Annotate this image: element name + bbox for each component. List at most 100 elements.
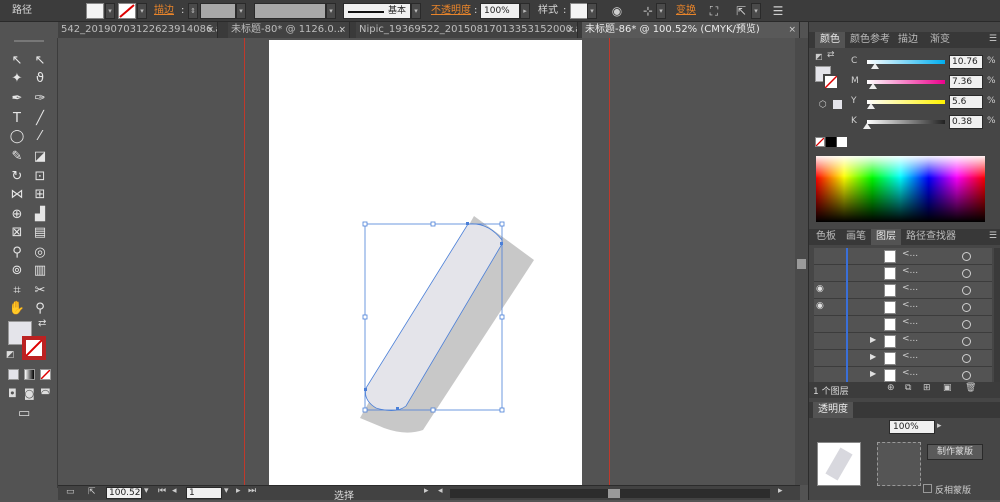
layer-row[interactable]: <...	[814, 265, 992, 282]
selection-icon[interactable]: ↖	[7, 52, 27, 70]
magic-wand-icon[interactable]: ✦	[7, 70, 27, 88]
transform-link[interactable]: 变换	[676, 3, 696, 19]
gradient-icon[interactable]: ▤	[30, 224, 50, 242]
recolor-artwork-icon[interactable]: ◉	[609, 3, 625, 19]
blend-icon[interactable]: ◎	[30, 244, 50, 262]
make-mask-button[interactable]: 制作蒙版	[927, 444, 983, 460]
default-colors-icon[interactable]: ◩	[6, 350, 15, 360]
opacity-arrow-icon[interactable]: ▸	[520, 3, 530, 19]
brush-dropdown-icon[interactable]: ▾	[411, 3, 421, 19]
artboard-dropdown-icon[interactable]: ▾	[224, 486, 229, 496]
layer-row[interactable]: <...	[814, 248, 992, 265]
width-icon[interactable]: ⋈	[7, 186, 27, 204]
export-icon[interactable]: ⇱	[88, 487, 96, 497]
tab-document-active[interactable]: 未标题-86* @ 100.52% (CMYK/预览) ×	[582, 22, 800, 38]
target-circle-icon[interactable]	[962, 337, 971, 346]
channel-slider-thumb[interactable]	[867, 103, 876, 109]
target-circle-icon[interactable]	[962, 269, 971, 278]
layer-name[interactable]: <...	[902, 317, 918, 327]
tab-pathfinder[interactable]: 路径查找器	[901, 229, 961, 245]
eraser-icon[interactable]: ◪	[30, 148, 50, 166]
type-icon[interactable]: T	[7, 110, 27, 128]
scroll-thumb[interactable]	[608, 489, 620, 498]
layer-name[interactable]: <...	[902, 334, 918, 344]
more-options-icon[interactable]: ☰	[770, 3, 786, 19]
layer-row[interactable]: ▶ <...	[814, 333, 992, 350]
direct-selection-icon[interactable]: ↖	[30, 52, 50, 70]
gradient-mode-icon[interactable]	[24, 369, 35, 380]
tab-gradient[interactable]: 渐变	[925, 32, 955, 48]
channel-slider-track[interactable]	[867, 100, 945, 104]
style-swatch[interactable]	[570, 3, 588, 19]
layer-row[interactable]: ◉ <...	[814, 299, 992, 316]
curvature-icon[interactable]: ✑	[30, 90, 50, 108]
draw-behind-icon[interactable]: ◙	[24, 387, 35, 400]
zoom-dropdown-icon[interactable]: ▾	[144, 486, 149, 496]
zoom-icon[interactable]: ⚲	[30, 300, 50, 318]
none-mode-icon[interactable]	[40, 369, 51, 380]
brush-definition-select[interactable]: 基本	[343, 3, 411, 19]
close-icon[interactable]: ×	[206, 22, 214, 38]
layer-name[interactable]: <...	[902, 351, 918, 361]
target-circle-icon[interactable]	[962, 354, 971, 363]
chart-icon[interactable]: ▟	[30, 206, 50, 224]
scroll-left-icon[interactable]: ◂	[438, 486, 443, 496]
horizontal-scrollbar[interactable]	[450, 489, 770, 498]
channel-value-input[interactable]: 5.6	[949, 95, 983, 109]
none-swatch[interactable]	[815, 137, 825, 147]
status-menu-icon[interactable]: ▸	[424, 486, 429, 496]
arrange-icon[interactable]: ⇱	[733, 3, 749, 19]
channel-slider-thumb[interactable]	[863, 123, 872, 129]
align-icon[interactable]: ⊹	[640, 3, 656, 19]
vertical-scrollbar[interactable]	[795, 38, 808, 485]
stroke-weight-dropdown-icon[interactable]: ▾	[236, 3, 246, 19]
panel-grip[interactable]	[14, 40, 44, 42]
mesh-icon[interactable]: ⊠	[7, 224, 27, 242]
stroke-weight-input[interactable]	[200, 3, 236, 19]
paintbrush-icon[interactable]: ⁄	[30, 128, 50, 146]
stroke-weight-stepper[interactable]: ⇕	[188, 3, 198, 19]
new-sublayer-icon[interactable]: ⊞	[923, 383, 931, 393]
artwork-layer[interactable]	[58, 38, 795, 485]
layer-row[interactable]: ◉ <...	[814, 282, 992, 299]
target-circle-icon[interactable]	[962, 371, 971, 380]
target-circle-icon[interactable]	[962, 320, 971, 329]
opacity-label[interactable]: 不透明度	[431, 3, 471, 19]
layer-name[interactable]: <...	[902, 283, 918, 293]
layer-name[interactable]: <...	[902, 300, 918, 310]
locate-object-icon[interactable]: ⊕	[887, 383, 895, 393]
style-dropdown-icon[interactable]: ▾	[587, 3, 597, 19]
channel-slider-track[interactable]	[867, 80, 945, 84]
tab-document-2[interactable]: 未标题-80* @ 1126.0... ×	[228, 22, 350, 38]
shape-builder-icon[interactable]: ⊕	[7, 206, 27, 224]
stroke-swatch[interactable]	[118, 3, 136, 19]
clipping-mask-icon[interactable]: ⧉	[905, 383, 911, 393]
target-circle-icon[interactable]	[962, 286, 971, 295]
tab-color[interactable]: 颜色	[815, 32, 845, 48]
stroke-color-box[interactable]	[22, 336, 46, 360]
panel-menu-icon[interactable]: ☰	[989, 34, 997, 44]
artboard-number-input[interactable]: 1	[186, 487, 222, 499]
expand-triangle-icon[interactable]: ▶	[870, 369, 876, 378]
tab-transparency[interactable]: 透明度	[813, 402, 853, 418]
previous-artboard-icon[interactable]: ◂	[172, 486, 177, 496]
draw-normal-icon[interactable]: ◘	[8, 387, 17, 400]
opacity-input[interactable]: 100%	[480, 3, 520, 19]
artboard-icon[interactable]: ⌗	[7, 282, 27, 300]
close-icon[interactable]: ×	[566, 22, 574, 38]
target-circle-icon[interactable]	[962, 252, 971, 261]
expand-triangle-icon[interactable]: ▶	[870, 335, 876, 344]
layer-row[interactable]: <...	[814, 316, 992, 333]
layers-scrollbar[interactable]	[994, 248, 1000, 382]
eyedropper-icon[interactable]: ⚲	[7, 244, 27, 262]
fill-dropdown-icon[interactable]: ▾	[105, 3, 115, 19]
close-icon[interactable]: ×	[788, 22, 796, 38]
tab-document-3[interactable]: Nipic_19369522_20150817013353152000.ai* …	[356, 22, 578, 38]
stroke-label[interactable]: 描边	[154, 3, 174, 19]
tab-layers[interactable]: 图层	[871, 229, 901, 245]
slice-icon[interactable]: ✂	[30, 282, 50, 300]
white-swatch[interactable]	[837, 137, 847, 147]
visibility-eye-icon[interactable]: ◉	[816, 284, 824, 294]
artboard-nav-icon[interactable]: ▭	[66, 487, 75, 497]
pen-icon[interactable]: ✒	[7, 90, 27, 108]
